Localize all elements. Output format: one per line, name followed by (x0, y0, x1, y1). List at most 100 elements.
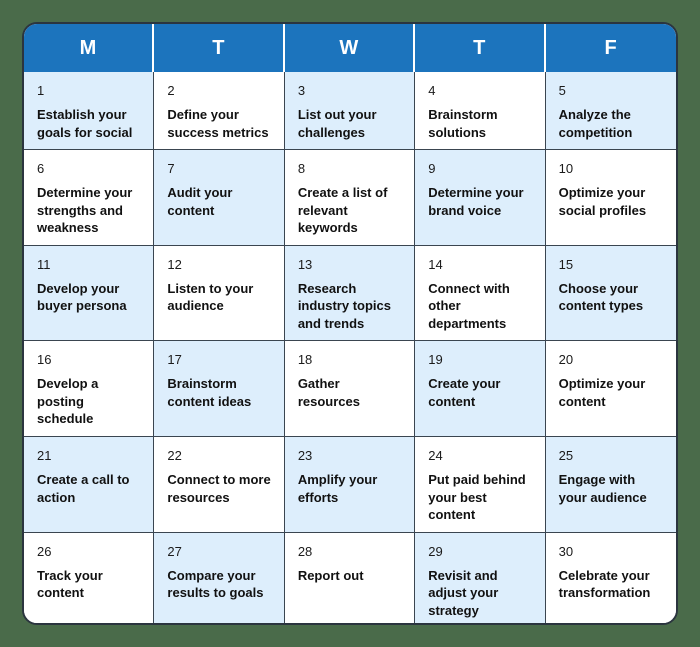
day-number: 13 (297, 256, 313, 272)
day-number: 11 (37, 256, 51, 272)
day-number: 21 (37, 448, 52, 464)
day-cell-1[interactable]: 1 Establish your goals for social (24, 72, 155, 150)
day-cell-14[interactable]: 14 Connect with other departments (415, 245, 546, 341)
day-cell-2[interactable]: 2 Define your success metrics (154, 72, 285, 150)
day-number: 30 (558, 543, 574, 559)
day-number: 24 (428, 448, 443, 464)
day-cell-26[interactable]: 26 Track your content (24, 532, 155, 623)
day-cell-18[interactable]: 18 Gather resources (284, 341, 416, 437)
day-task-text: Audit your content (167, 185, 233, 218)
day-header-2: W (285, 24, 416, 72)
day-number: 26 (37, 543, 52, 559)
day-task-text: Engage with your audience (558, 472, 647, 505)
day-cell-25[interactable]: 25 Engage with your audience (545, 437, 676, 532)
day-cell-5[interactable]: 5 Analyze the competition (545, 72, 676, 150)
day-task-text: Develop a posting schedule (37, 376, 99, 427)
day-number: 3 (297, 83, 306, 98)
day-cell-6[interactable]: 6 Determine your strengths and weakness (24, 150, 155, 245)
day-cell-28[interactable]: 28 Report out (284, 532, 416, 623)
day-task-text: Optimize your social profiles (558, 185, 647, 218)
day-task-text: Determine your brand voice (428, 185, 524, 218)
day-number: 17 (167, 352, 182, 368)
day-task-text: List out your challenges (297, 107, 377, 140)
day-cell-22[interactable]: 22 Connect to more resources (154, 437, 285, 532)
day-number: 28 (297, 543, 313, 559)
day-task-text: Report out (297, 567, 364, 583)
calendar-week-row: 11 Develop your buyer persona 12 Listen to … (24, 244, 676, 341)
day-number: 15 (558, 256, 574, 272)
day-cell-12[interactable]: 12 Listen to your audience (154, 245, 285, 341)
day-cell-30[interactable]: 30 Celebrate your transformation (545, 532, 676, 623)
day-cell-7[interactable]: 7 Audit your content (154, 150, 285, 245)
day-task-text: Amplify your efforts (297, 472, 378, 505)
day-task-text: Gather resources (297, 376, 360, 409)
day-cell-13[interactable]: 13 Research industry topics and trends (284, 245, 416, 341)
day-task-text: Brainstorm solutions (428, 107, 498, 140)
day-cell-9[interactable]: 9 Determine your brand voice (415, 150, 546, 245)
day-number: 8 (297, 161, 306, 177)
day-cell-19[interactable]: 19 Create your content (415, 341, 546, 437)
day-number: 20 (558, 352, 574, 368)
day-cell-23[interactable]: 23 Amplify your efforts (284, 437, 416, 532)
day-header-4: F (604, 36, 618, 59)
day-task-text: Choose your content types (558, 280, 644, 314)
day-cell-10[interactable]: 10 Optimize your social profiles (545, 150, 676, 245)
day-cell-15[interactable]: 15 Choose your content types (545, 245, 676, 341)
day-number: 16 (37, 352, 52, 368)
day-task-text: Create your content (428, 376, 501, 409)
calendar-body: 1 Establish your goals for social 2 Define … (24, 72, 676, 623)
day-number: 2 (167, 83, 175, 98)
day-number: 14 (428, 256, 443, 272)
day-cell-8[interactable]: 8 Create a list of relevant keywords (284, 150, 416, 245)
day-number: 19 (428, 352, 443, 368)
calendar-week-row: 6 Determine your strengths and weakness 7 A… (24, 149, 676, 245)
day-number: 1 (37, 83, 45, 98)
day-cell-27[interactable]: 27 Compare your results to goals (154, 532, 285, 623)
day-task-text: Optimize your content (558, 376, 646, 409)
day-cell-17[interactable]: 17 Brainstorm content ideas (154, 341, 285, 437)
calendar-week-row: 21 Create a call to action 22 Connect to mo… (24, 436, 676, 532)
day-number: 29 (428, 543, 443, 559)
day-number: 12 (167, 256, 182, 272)
day-cell-3[interactable]: 3 List out your challenges (284, 72, 416, 150)
day-task-text: Compare your results to goals (167, 567, 264, 601)
day-task-text: Determine your strengths and weakness (37, 185, 133, 236)
day-task-text: Listen to your audience (167, 280, 254, 314)
day-number: 23 (297, 448, 313, 464)
day-header-3: T (415, 24, 546, 72)
day-number: 22 (167, 448, 182, 464)
calendar-table: MTWTF 1 Establish your goals for social 2 D… (22, 22, 678, 625)
day-cell-4[interactable]: 4 Brainstorm solutions (415, 72, 546, 150)
day-task-text: Celebrate your transformation (558, 567, 651, 601)
day-task-text: Define your success metrics (167, 107, 269, 140)
calendar-week-row: 16 Develop a posting schedule 17 Brainstorm… (24, 340, 676, 437)
day-cell-16[interactable]: 16 Develop a posting schedule (24, 341, 155, 437)
day-number: 6 (37, 161, 45, 177)
day-task-text: Establish your goals for social (37, 107, 133, 140)
day-cell-24[interactable]: 24 Put paid behind your best content (415, 437, 546, 532)
day-task-text: Develop your buyer persona (37, 280, 127, 314)
day-task-text: Revisit and adjust your strategy (428, 567, 499, 618)
calendar-header-row: MTWTF (24, 24, 676, 72)
day-task-text: Track your content (37, 567, 103, 601)
day-header-1: T (154, 24, 285, 72)
day-number: 4 (428, 83, 436, 98)
day-number: 10 (558, 161, 574, 177)
day-number: 7 (167, 161, 175, 177)
day-number: 25 (558, 448, 574, 464)
calendar-week-row: 1 Establish your goals for social 2 Define … (24, 72, 676, 150)
day-task-text: Create a list of relevant keywords (297, 185, 388, 236)
day-task-text: Connect to more resources (167, 472, 271, 505)
calendar-week-row: 26 Track your content 27 Compare your resul… (24, 531, 676, 623)
day-number: 9 (428, 161, 436, 177)
day-task-text: Analyze the competition (558, 107, 633, 140)
day-task-text: Research industry topics and trends (297, 280, 391, 331)
day-cell-29[interactable]: 29 Revisit and adjust your strategy (415, 532, 546, 623)
day-task-text: Create a call to action (37, 472, 130, 505)
day-task-text: Put paid behind your best content (428, 472, 526, 523)
day-task-text: Brainstorm content ideas (167, 376, 252, 409)
day-cell-21[interactable]: 21 Create a call to action (24, 437, 155, 532)
day-cell-11[interactable]: 11 Develop your buyer persona (24, 245, 155, 341)
day-header-0: M (24, 24, 155, 72)
day-cell-20[interactable]: 20 Optimize your content (545, 341, 676, 437)
